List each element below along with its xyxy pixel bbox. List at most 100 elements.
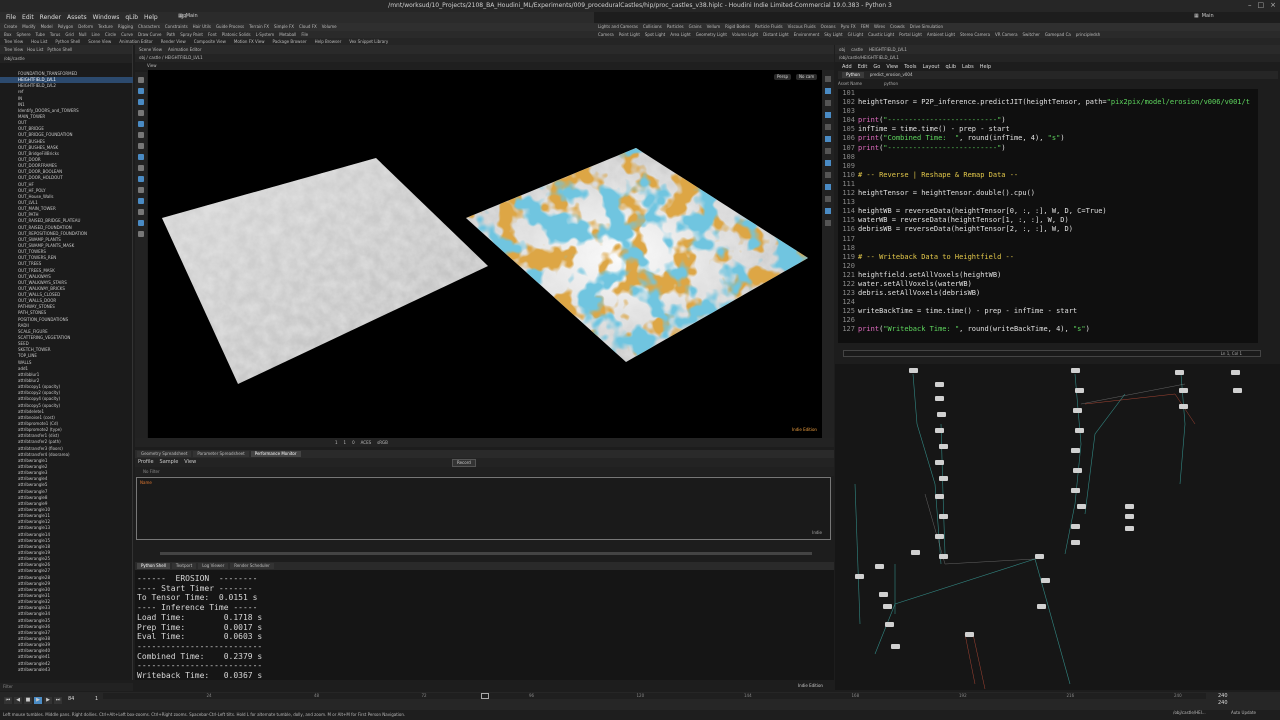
normal-display-icon[interactable]	[825, 160, 831, 166]
shelf-tool-right-0[interactable]: Camera	[598, 32, 614, 37]
shelf-tab-right-12[interactable]: Crowds	[890, 25, 905, 29]
shelf-tab-left-2[interactable]: Model	[41, 25, 53, 29]
pose-tool-icon[interactable]	[138, 132, 144, 138]
menu-tools[interactable]: Tools	[904, 64, 916, 70]
graph-node[interactable]	[1231, 370, 1240, 375]
viewport-path[interactable]: obj / castle / HEIGHTFIELD_LVL1	[139, 56, 203, 60]
shelf-tool-left-9[interactable]: Draw Curve	[138, 32, 162, 37]
shelf-tool-right-8[interactable]: Sky Light	[824, 32, 842, 37]
desktop-selector-right[interactable]: ▦ Main	[1194, 14, 1214, 19]
frame-field-b[interactable]: 1	[344, 440, 347, 445]
light-tool-icon[interactable]	[138, 187, 144, 193]
pane-toolbar-item-7[interactable]: Motion FX View	[234, 39, 265, 44]
shading-icon[interactable]	[825, 88, 831, 94]
ghost-icon[interactable]	[825, 172, 831, 178]
pane-toolbar-item-3[interactable]: Scene View	[88, 39, 111, 44]
menu-profile[interactable]: Profile	[138, 460, 154, 465]
shelf-tab-left-1[interactable]: Modify	[22, 25, 35, 29]
shelf-tool-left-15[interactable]: Metaball	[279, 32, 296, 37]
maximize-button[interactable]: □	[1258, 2, 1265, 9]
graph-node[interactable]	[935, 494, 944, 499]
tree-path[interactable]: /obj/castle	[4, 56, 25, 61]
graph-node[interactable]	[939, 444, 948, 449]
graph-node[interactable]	[935, 428, 944, 433]
shelf-tool-left-14[interactable]: L-System	[256, 32, 275, 37]
tab-render-scheduler[interactable]: Render Scheduler	[230, 563, 274, 569]
menu-labs[interactable]: Labs	[962, 64, 974, 70]
menu-go[interactable]: Go	[873, 64, 880, 70]
perf-timeline-slider[interactable]	[160, 552, 812, 555]
tab-log-viewer[interactable]: Log Viewer	[198, 563, 229, 569]
timeline-slider[interactable]	[103, 693, 1206, 699]
python-shell-output[interactable]: ------ EROSION -------- ---- Start Timer …	[135, 570, 834, 680]
scale-tool-icon[interactable]	[138, 110, 144, 116]
graph-node[interactable]	[1071, 540, 1080, 545]
tab-performance-monitor[interactable]: Performance Monitor	[250, 451, 301, 457]
tab-python-shell[interactable]: Python Shell	[47, 47, 72, 52]
shelf-tool-right-13[interactable]: Stereo Camera	[960, 32, 990, 37]
menu-view[interactable]: View	[184, 460, 196, 465]
shelf-tool-right-12[interactable]: Ambient Light	[927, 32, 955, 37]
tab-textport[interactable]: Textport	[171, 563, 197, 569]
shelf-tool-left-4[interactable]: Grid	[65, 32, 73, 37]
shelf-tool-right-3[interactable]: Area Light	[670, 32, 690, 37]
shelf-tab-right-4[interactable]: Vellum	[707, 25, 721, 29]
display-tool-icon[interactable]	[138, 231, 144, 237]
shelf-tool-right-2[interactable]: Spot Light	[645, 32, 665, 37]
colorspace-select[interactable]: ACES	[361, 440, 372, 445]
shelf-tab-right-8[interactable]: Oceans	[821, 25, 836, 29]
step-back-icon[interactable]: ◀	[14, 697, 22, 704]
network-editor[interactable]	[835, 364, 1280, 690]
graph-node[interactable]	[1179, 388, 1188, 393]
point-display-icon[interactable]	[825, 148, 831, 154]
lighting-icon[interactable]	[825, 112, 831, 118]
menu-edit[interactable]: Edit	[22, 14, 34, 21]
pane-toolbar-item-6[interactable]: Composite View	[194, 39, 226, 44]
shelf-tool-left-10[interactable]: Path	[166, 32, 175, 37]
graph-node[interactable]	[1071, 368, 1080, 373]
graph-node[interactable]	[891, 644, 900, 649]
graph-node[interactable]	[879, 592, 888, 597]
editor-path-node[interactable]: HEIGHTFIELD_LVL1	[869, 47, 907, 52]
brush-tool-icon[interactable]	[138, 198, 144, 204]
tree-item[interactable]: attribwrangle43	[0, 667, 133, 671]
record-button[interactable]: Record	[452, 459, 476, 467]
shelf-tool-right-15[interactable]: Switcher	[1023, 32, 1040, 37]
render-tool-icon[interactable]	[138, 220, 144, 226]
graph-node[interactable]	[885, 622, 894, 627]
desktop-selector[interactable]: ▦ Main	[178, 14, 198, 19]
grid-tool-icon[interactable]	[138, 165, 144, 171]
graph-node[interactable]	[1077, 504, 1086, 509]
start-frame-field[interactable]: 1	[95, 697, 98, 702]
no-cam-menu[interactable]: No cam	[796, 74, 818, 80]
camera-tool-icon[interactable]	[138, 176, 144, 182]
pane-toolbar-item-10[interactable]: Vex Snippet Library	[349, 39, 388, 44]
camera-menu[interactable]: Persp	[774, 74, 791, 80]
graph-node[interactable]	[1125, 504, 1134, 509]
menu-render[interactable]: Render	[40, 14, 61, 21]
graph-node[interactable]	[1125, 526, 1134, 531]
move-tool-icon[interactable]	[138, 88, 144, 94]
shelf-tab-left-0[interactable]: Create	[4, 25, 17, 29]
name-column-header[interactable]: Name	[140, 481, 152, 485]
shelf-tab-left-11[interactable]: Terrain FX	[249, 25, 269, 29]
shelf-tool-left-7[interactable]: Circle	[105, 32, 116, 37]
code-editor[interactable]: 101 102 heightTensor = P2P_inference.predi…	[838, 89, 1258, 343]
scene-viewport[interactable]	[148, 70, 822, 438]
shelf-tab-right-10[interactable]: FEM	[861, 25, 869, 29]
shelf-tab-right-11[interactable]: Wires	[874, 25, 885, 29]
pane-toolbar-item-5[interactable]: Render View	[161, 39, 186, 44]
background-icon[interactable]	[825, 124, 831, 130]
tab-tree-view[interactable]: Tree View	[4, 47, 23, 52]
shelf-tab-left-7[interactable]: Characters	[138, 25, 160, 29]
shelf-tool-left-2[interactable]: Tube	[36, 32, 45, 37]
end-frame-field-2[interactable]: 240	[1218, 701, 1228, 706]
graph-node[interactable]	[1073, 408, 1082, 413]
grid-display-icon[interactable]	[825, 136, 831, 142]
shelf-tool-right-7[interactable]: Environment	[794, 32, 820, 37]
go-end-icon[interactable]: ⏭	[54, 697, 62, 704]
shelf-tool-left-6[interactable]: Line	[92, 32, 100, 37]
graph-node[interactable]	[1041, 578, 1050, 583]
shelf-tab-left-3[interactable]: Polygon	[58, 25, 74, 29]
menu-assets[interactable]: Assets	[67, 14, 87, 21]
